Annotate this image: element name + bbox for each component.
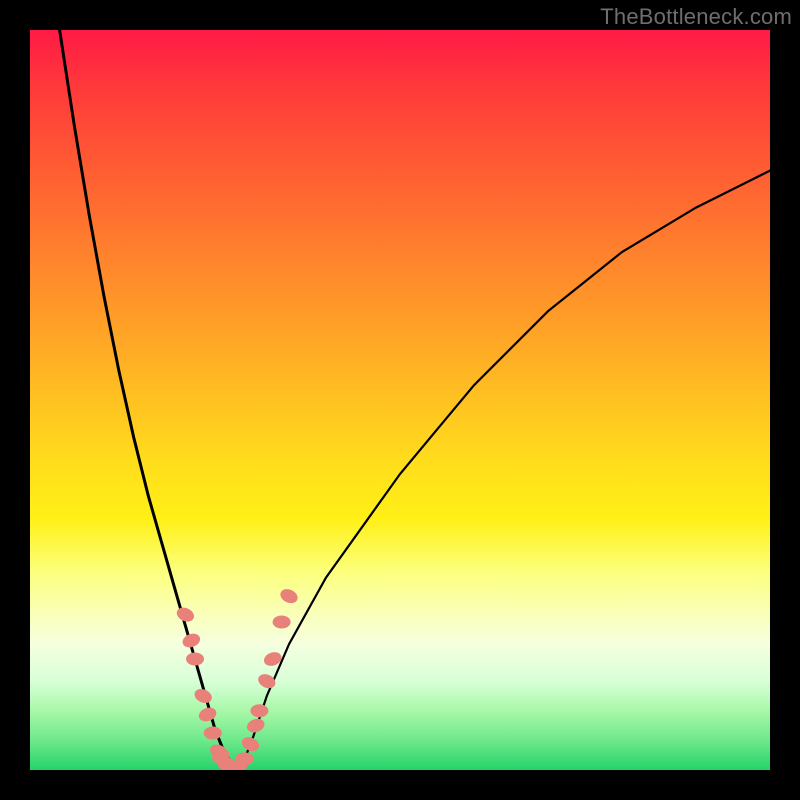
chart-svg — [30, 30, 770, 770]
valley-marker — [204, 727, 222, 740]
valley-marker — [236, 752, 254, 765]
valley-marker — [273, 616, 291, 629]
valley-marker — [192, 686, 214, 705]
markers-group — [174, 586, 299, 770]
valley-marker — [245, 716, 266, 734]
valley-marker — [256, 672, 278, 691]
watermark-text: TheBottleneck.com — [600, 4, 792, 30]
curve-right-path — [237, 171, 770, 770]
valley-marker — [240, 734, 262, 753]
valley-marker — [181, 631, 202, 649]
valley-marker — [186, 653, 204, 666]
curve-left — [60, 30, 238, 770]
curve-left-path — [60, 30, 238, 770]
valley-marker — [278, 586, 300, 605]
curve-right — [237, 171, 770, 770]
valley-marker — [197, 705, 218, 723]
valley-marker — [174, 605, 196, 624]
valley-marker — [250, 704, 268, 717]
plot-area — [30, 30, 770, 770]
chart-frame: TheBottleneck.com — [0, 0, 800, 800]
